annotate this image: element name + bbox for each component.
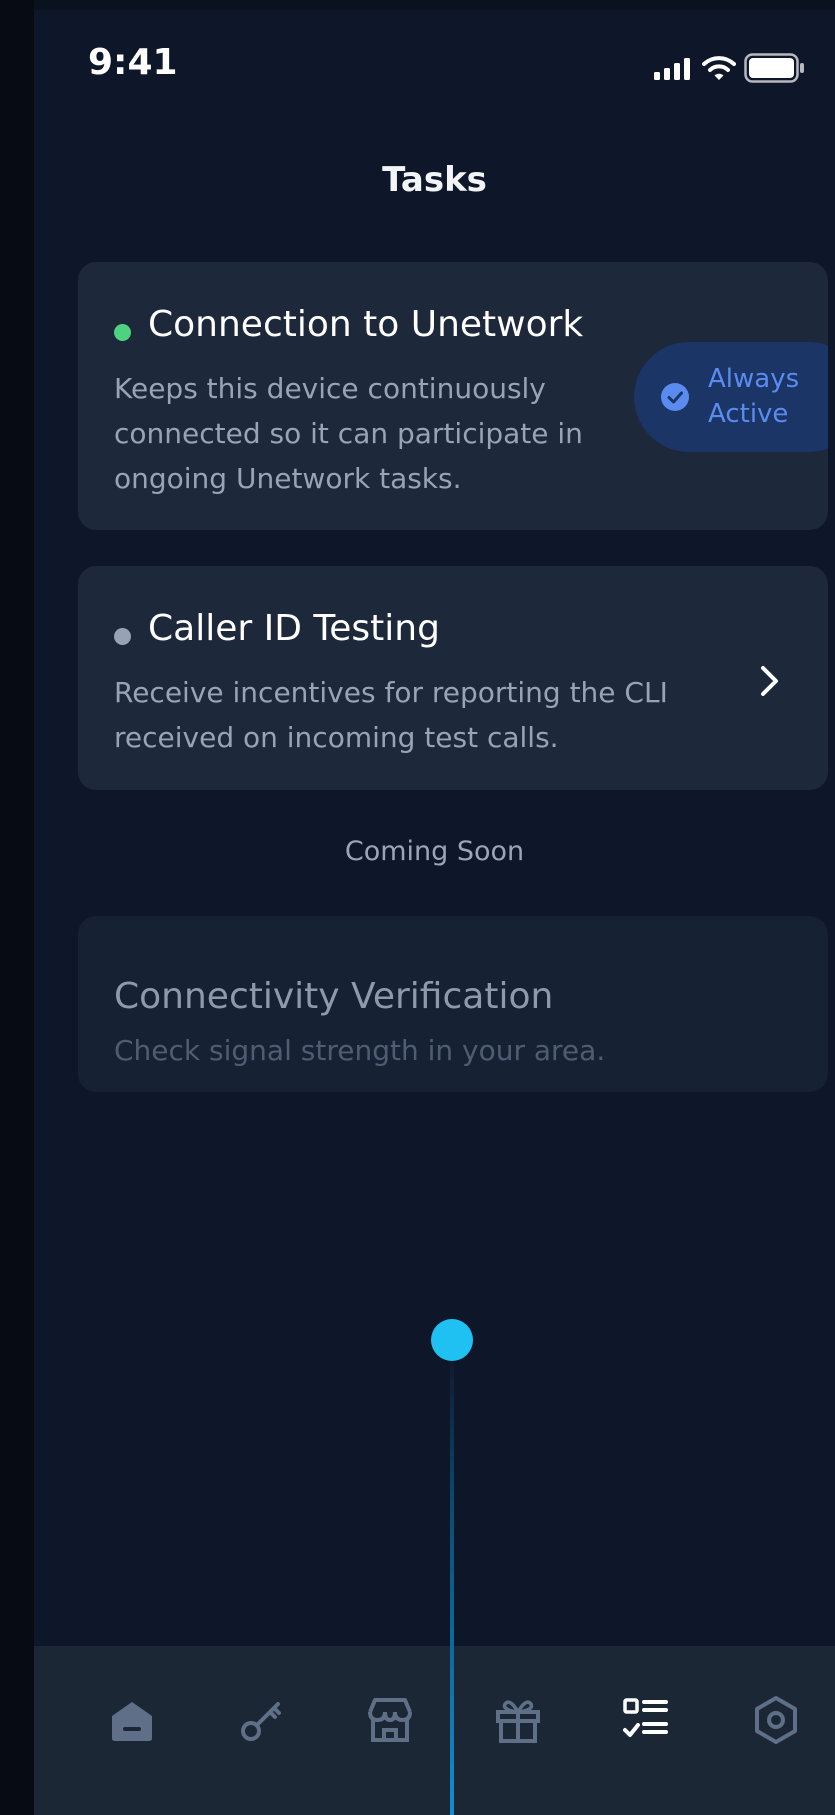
task-card-caller-id[interactable]: Caller ID Testing Receive incentives for…: [78, 566, 828, 790]
phone-screen: 9:41 Tasks Connection to Unetwork Keeps …: [34, 10, 835, 1815]
status-time: 9:41: [88, 42, 178, 83]
timeline-knob[interactable]: [431, 1319, 473, 1361]
task-card-connectivity-verification: Connectivity Verification Check signal s…: [78, 916, 828, 1092]
tab-rewards[interactable]: [492, 1694, 544, 1746]
tab-bar: [34, 1646, 835, 1815]
task-title: Caller ID Testing: [148, 608, 440, 649]
section-heading-coming-soon: Coming Soon: [344, 836, 525, 867]
left-background-strip: [0, 0, 34, 1815]
always-active-badge: Always Active: [634, 342, 828, 452]
task-description: Receive incentives for reporting the CLI…: [114, 676, 668, 754]
tab-home[interactable]: [106, 1694, 158, 1746]
status-dot-inactive: [114, 628, 131, 645]
cellular-signal-icon: [654, 58, 690, 80]
tab-store[interactable]: [364, 1694, 416, 1746]
wifi-icon: [702, 56, 736, 80]
timeline-line: [450, 1348, 454, 1815]
badge-label-line1: Always: [708, 364, 800, 394]
status-bar: 9:41: [34, 10, 835, 120]
tab-keys[interactable]: [236, 1694, 288, 1746]
task-card-connection[interactable]: Connection to Unetwork Keeps this device…: [78, 262, 828, 530]
key-icon: [241, 1702, 281, 1741]
tasks-icon: [623, 1698, 668, 1737]
task-description: Check signal strength in your area.: [114, 1034, 606, 1067]
check-circle-icon: [661, 383, 689, 411]
battery-icon: [744, 53, 804, 83]
task-title: Connectivity Verification: [114, 976, 554, 1017]
settings-icon: [755, 1696, 797, 1744]
task-description: Keeps this device continuously connected…: [114, 372, 583, 495]
chevron-right-icon[interactable]: [758, 664, 782, 698]
tab-settings[interactable]: [750, 1694, 802, 1746]
tab-tasks[interactable]: [620, 1694, 672, 1746]
gift-icon: [496, 1700, 540, 1743]
badge-label-line2: Active: [708, 399, 789, 429]
store-icon: [368, 1698, 412, 1742]
badge-label: Always Active: [708, 362, 818, 432]
home-icon: [112, 1702, 152, 1741]
page-title: Tasks: [382, 160, 487, 200]
status-dot-active: [114, 324, 131, 341]
task-title: Connection to Unetwork: [148, 304, 584, 345]
